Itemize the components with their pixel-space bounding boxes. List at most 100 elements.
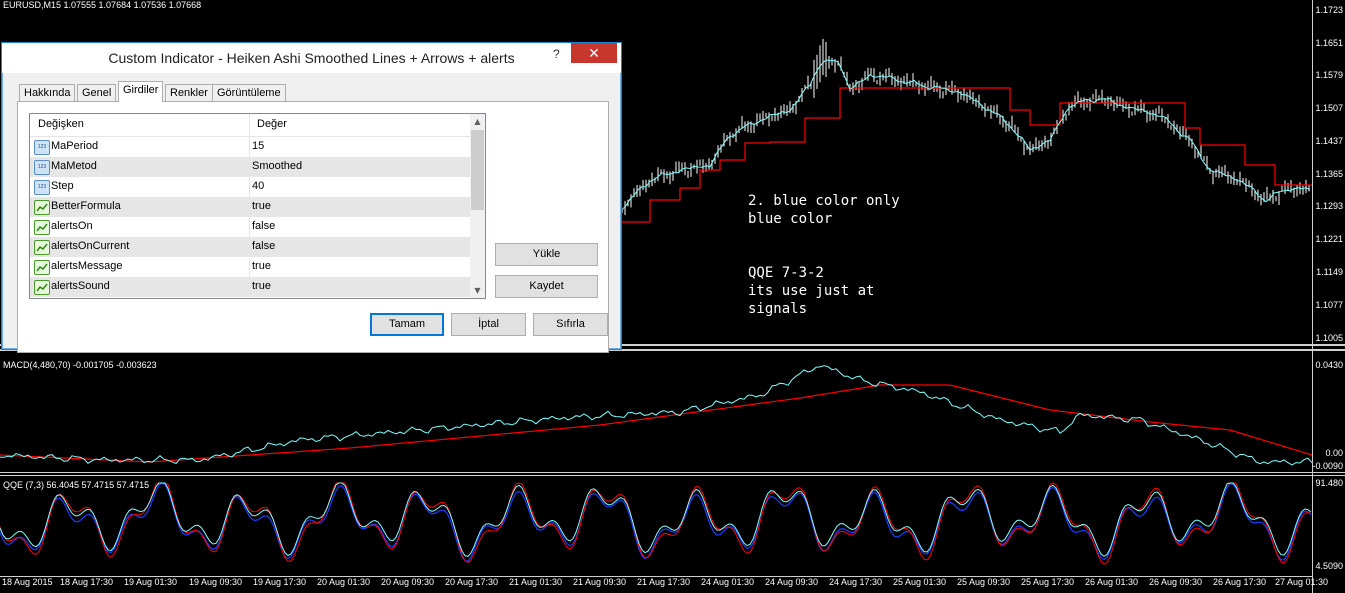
time-axis: 18 Aug 2015 18 Aug 17:30 19 Aug 01:30 19… bbox=[0, 577, 1328, 591]
table-row[interactable]: Step 40 bbox=[30, 177, 470, 198]
table-row[interactable]: MaPeriod 15 bbox=[30, 137, 470, 158]
save-button[interactable]: Kaydet bbox=[495, 275, 598, 298]
time-tick: 24 Aug 09:30 bbox=[765, 577, 819, 587]
time-tick: 25 Aug 17:30 bbox=[1021, 577, 1075, 587]
time-tick: 24 Aug 01:30 bbox=[701, 577, 755, 587]
dialog-title: Custom Indicator - Heiken Ashi Smoothed … bbox=[108, 50, 515, 66]
price-tick: 1.1437 bbox=[1315, 136, 1343, 146]
price-tick: 1.1149 bbox=[1316, 267, 1343, 277]
boolean-icon bbox=[34, 200, 50, 215]
column-value[interactable]: Değer bbox=[257, 118, 287, 130]
macd-main-line bbox=[0, 365, 1313, 466]
scroll-up-icon[interactable]: ▲ bbox=[470, 114, 485, 129]
time-tick: 21 Aug 17:30 bbox=[637, 577, 691, 587]
scroll-thumb[interactable] bbox=[471, 130, 484, 210]
row-name: MaPeriod bbox=[51, 140, 99, 152]
price-smooth-line bbox=[621, 59, 1311, 211]
load-button[interactable]: Yükle bbox=[495, 243, 598, 266]
table-row[interactable]: alertsOn false bbox=[30, 217, 470, 238]
macd-tick: 0.00 bbox=[1325, 448, 1343, 458]
qqe-red-line bbox=[0, 482, 1312, 565]
time-tick: 26 Aug 01:30 bbox=[1085, 577, 1139, 587]
row-name: alertsMessage bbox=[51, 260, 123, 272]
scroll-down-icon[interactable]: ▼ bbox=[470, 283, 485, 298]
grid-header: Değişken Değer bbox=[30, 114, 470, 137]
tab-renkler[interactable]: Renkler bbox=[165, 84, 213, 101]
macd-signal-line bbox=[0, 384, 1313, 463]
row-name: alertsSound bbox=[51, 280, 110, 292]
price-tick: 1.1005 bbox=[1315, 333, 1343, 343]
time-tick: 24 Aug 17:30 bbox=[829, 577, 883, 587]
time-tick: 25 Aug 09:30 bbox=[957, 577, 1011, 587]
heiken-ashi-line bbox=[620, 87, 1312, 223]
price-tick: 1.1651 bbox=[1315, 38, 1343, 48]
tab-goruntuleme[interactable]: Görüntüleme bbox=[212, 84, 286, 101]
time-tick: 26 Aug 17:30 bbox=[1213, 577, 1267, 587]
row-value[interactable]: 15 bbox=[252, 140, 264, 152]
row-value[interactable]: false bbox=[252, 240, 275, 252]
number-icon bbox=[34, 180, 50, 195]
table-row[interactable]: alertsOnCurrent false bbox=[30, 237, 470, 258]
row-name: alertsOn bbox=[51, 220, 93, 232]
number-icon bbox=[34, 160, 50, 175]
symbol-header: EURUSD,M15 1.07555 1.07684 1.07536 1.076… bbox=[3, 0, 202, 10]
macd-tick: 0.0430 bbox=[1315, 360, 1343, 370]
table-row[interactable]: BetterFormula true bbox=[30, 197, 470, 218]
boolean-icon bbox=[34, 220, 50, 235]
time-tick: 20 Aug 01:30 bbox=[317, 577, 371, 587]
row-value[interactable]: true bbox=[252, 280, 271, 292]
time-tick: 19 Aug 09:30 bbox=[189, 577, 243, 587]
chart-note-qqe: QQE 7-3-2 its use just at signals bbox=[748, 265, 875, 317]
macd-tick: -0.0090 bbox=[1312, 461, 1343, 471]
time-tick: 20 Aug 09:30 bbox=[381, 577, 435, 587]
close-button[interactable]: ✕ bbox=[571, 43, 617, 63]
time-tick: 19 Aug 17:30 bbox=[253, 577, 307, 587]
tab-hakkinda[interactable]: Hakkında bbox=[19, 84, 76, 101]
boolean-icon bbox=[34, 280, 50, 295]
macd-title: MACD(4,480,70) -0.001705 -0.003623 bbox=[3, 360, 157, 370]
time-tick: 21 Aug 01:30 bbox=[509, 577, 563, 587]
price-tick: 1.1579 bbox=[1315, 70, 1343, 80]
time-tick: 25 Aug 01:30 bbox=[893, 577, 947, 587]
time-tick: 18 Aug 2015 bbox=[2, 577, 53, 587]
price-tick: 1.1723 bbox=[1315, 5, 1343, 15]
time-tick: 27 Aug 01:30 bbox=[1275, 577, 1329, 587]
row-value[interactable]: 40 bbox=[252, 180, 264, 192]
ok-button[interactable]: Tamam bbox=[370, 313, 444, 336]
time-tick: 19 Aug 01:30 bbox=[124, 577, 178, 587]
boolean-icon bbox=[34, 260, 50, 275]
reset-button[interactable]: Sıfırla bbox=[533, 313, 608, 336]
row-name: alertsOnCurrent bbox=[51, 240, 130, 252]
tab-girdiler[interactable]: Girdiler bbox=[118, 81, 164, 102]
table-row[interactable]: MaMetod Smoothed bbox=[30, 157, 470, 178]
grid-scrollbar[interactable]: ▲ ▼ bbox=[470, 114, 485, 298]
row-value[interactable]: Smoothed bbox=[252, 160, 302, 172]
row-name: BetterFormula bbox=[51, 200, 121, 212]
row-name: MaMetod bbox=[51, 160, 97, 172]
time-tick: 18 Aug 17:30 bbox=[60, 577, 114, 587]
inputs-grid: Değişken Değer MaPeriod 15 MaMetod Smoot… bbox=[29, 113, 486, 299]
cancel-button[interactable]: İptal bbox=[451, 313, 526, 336]
qqe-tick: 4.5090 bbox=[1315, 561, 1343, 571]
tab-genel[interactable]: Genel bbox=[77, 84, 117, 101]
table-row[interactable]: alertsSound true bbox=[30, 277, 470, 298]
column-variable[interactable]: Değişken bbox=[38, 118, 84, 130]
price-tick: 1.1221 bbox=[1315, 234, 1343, 244]
chart-note-blue-color: 2. blue color only blue color bbox=[748, 193, 900, 227]
price-tick: 1.1507 bbox=[1315, 103, 1343, 113]
help-button[interactable]: ? bbox=[553, 47, 560, 61]
number-icon bbox=[34, 140, 50, 155]
table-row[interactable]: alertsMessage true bbox=[30, 257, 470, 278]
row-value[interactable]: true bbox=[252, 260, 271, 272]
row-name: Step bbox=[51, 180, 74, 192]
price-candles bbox=[621, 38, 1310, 216]
row-value[interactable]: false bbox=[252, 220, 275, 232]
row-value[interactable]: true bbox=[252, 200, 271, 212]
qqe-blue-line bbox=[0, 482, 1312, 562]
qqe-title: QQE (7,3) 56.4045 57.4715 57.4715 bbox=[3, 480, 150, 490]
time-tick: 21 Aug 09:30 bbox=[573, 577, 627, 587]
time-tick: 26 Aug 09:30 bbox=[1149, 577, 1203, 587]
price-tick: 1.1293 bbox=[1315, 201, 1343, 211]
price-tick: 1.1077 bbox=[1315, 300, 1343, 310]
qqe-tick: 91.480 bbox=[1315, 478, 1343, 488]
